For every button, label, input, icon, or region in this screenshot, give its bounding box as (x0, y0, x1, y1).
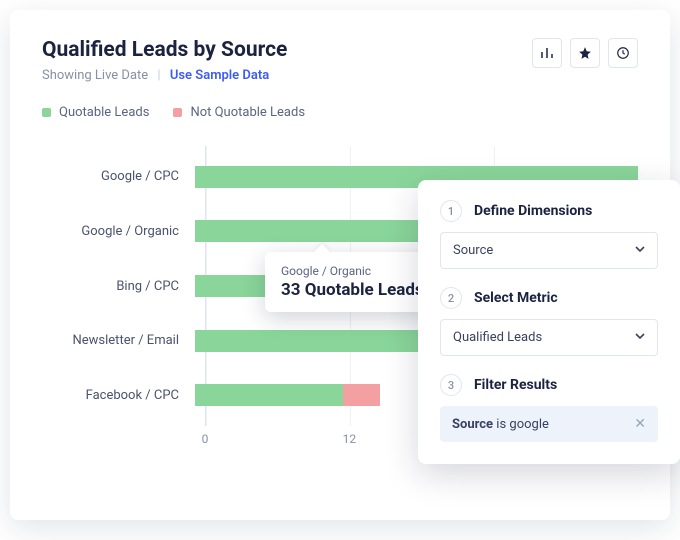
bar-chart-icon (540, 46, 554, 60)
step-2-number: 2 (440, 287, 462, 309)
category-label: Google / Organic (42, 224, 195, 239)
step-2: 2 Select Metric (440, 287, 658, 309)
step-1-number: 1 (440, 200, 462, 222)
legend-swatch-red (173, 108, 182, 117)
step-3: 3 Filter Results (440, 374, 658, 396)
bar-segment-quotable[interactable] (195, 384, 343, 406)
step-3-number: 3 (440, 374, 462, 396)
legend-label-quotable: Quotable Leads (59, 105, 149, 120)
close-icon[interactable]: ✕ (634, 416, 646, 432)
subtitle-row: Showing Live Date | Use Sample Data (42, 68, 287, 83)
x-tick-label: 0 (202, 432, 209, 446)
legend-item-quotable: Quotable Leads (42, 105, 149, 120)
history-button[interactable] (608, 38, 638, 68)
legend-swatch-green (42, 108, 51, 117)
step-3-label: Filter Results (474, 377, 557, 393)
page-title: Qualified Leads by Source (42, 38, 287, 62)
filter-value: google (509, 417, 548, 432)
metric-select-value: Qualified Leads (453, 330, 542, 345)
category-label: Bing / CPC (42, 279, 195, 294)
favorite-button[interactable] (570, 38, 600, 68)
history-icon (616, 46, 630, 60)
dimension-select-value: Source (453, 243, 493, 258)
use-sample-data-link[interactable]: Use Sample Data (170, 68, 269, 83)
chart-type-button[interactable] (532, 38, 562, 68)
category-label: Google / CPC (42, 169, 195, 184)
header-row: Qualified Leads by Source Showing Live D… (42, 38, 638, 83)
tooltip-category: Google / Organic (281, 264, 424, 278)
legend: Quotable Leads Not Quotable Leads (42, 105, 638, 120)
subtitle-separator: | (157, 68, 160, 83)
category-label: Newsletter / Email (42, 333, 195, 348)
step-1-label: Define Dimensions (474, 203, 592, 219)
tooltip-value: 33 Quotable Leads (281, 280, 424, 300)
dashboard-card: Qualified Leads by Source Showing Live D… (10, 10, 670, 520)
header-text: Qualified Leads by Source Showing Live D… (42, 38, 287, 83)
legend-item-not-quotable: Not Quotable Leads (173, 105, 305, 120)
subtitle-text: Showing Live Date (42, 68, 148, 83)
dimension-select[interactable]: Source (440, 232, 658, 269)
step-2-label: Select Metric (474, 290, 558, 306)
metric-select[interactable]: Qualified Leads (440, 319, 658, 356)
star-icon (578, 46, 592, 60)
toolbar (532, 38, 638, 68)
filter-field: Source (452, 417, 493, 432)
tooltip: Google / Organic 33 Quotable Leads (265, 252, 440, 312)
filter-chip-text: Source is google (452, 417, 549, 432)
x-tick-label: 12 (343, 432, 357, 446)
category-label: Facebook / CPC (42, 388, 195, 403)
config-panel: 1 Define Dimensions Source 2 Select Metr… (418, 180, 680, 464)
legend-label-not-quotable: Not Quotable Leads (190, 105, 305, 120)
bar-segment-not-quotable[interactable] (343, 384, 380, 406)
chevron-down-icon (635, 243, 645, 258)
filter-op: is (493, 417, 509, 432)
step-1: 1 Define Dimensions (440, 200, 658, 222)
filter-chip[interactable]: Source is google ✕ (440, 406, 658, 442)
chevron-down-icon (635, 330, 645, 345)
